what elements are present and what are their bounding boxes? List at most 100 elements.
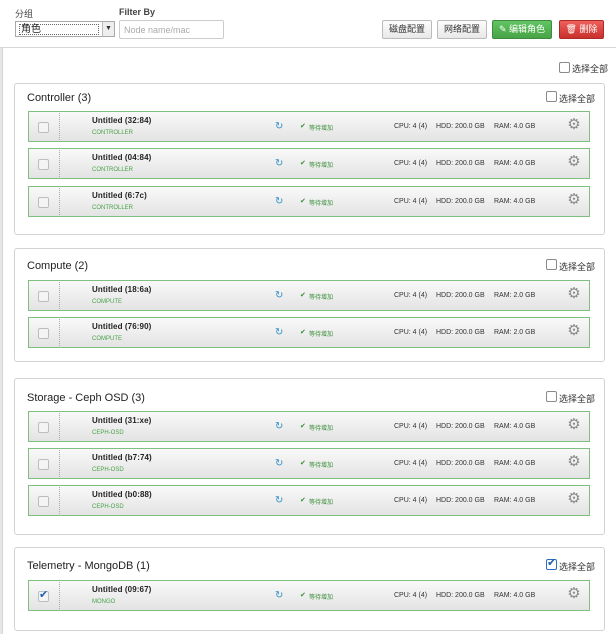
group-by-selected-value: 角色 — [19, 24, 99, 35]
refresh-icon[interactable]: ↻ — [275, 197, 285, 207]
group-title: Compute (2) — [27, 260, 89, 272]
filter-input[interactable] — [119, 20, 224, 39]
disk-config-button[interactable]: 磁盘配置 — [382, 20, 432, 39]
node-checkbox[interactable]: ✔ — [38, 590, 49, 602]
group-select-all-label: 选择全部 — [559, 562, 596, 572]
node-checkbox[interactable] — [38, 197, 49, 208]
gear-icon[interactable]: ⚙ — [566, 417, 582, 433]
gear-icon[interactable]: ⚙ — [566, 117, 582, 133]
node-row[interactable]: Untitled (18:6a) COMPUTE ↻ ✔ 等待增加 CPU: 4 (4) H… — [28, 280, 590, 311]
node-role: CONTROLLER — [92, 205, 134, 211]
node-row[interactable]: Untitled (b7:74) CEPH-OSD ↻ ✔ 等待增加 CPU: 4 (4)… — [28, 448, 590, 479]
refresh-icon[interactable]: ↻ — [275, 496, 285, 506]
check-mark-icon: ✔ — [547, 557, 557, 569]
node-ram: RAM: 2.0 GB — [494, 329, 536, 336]
node-hdd: HDD: 200.0 GB — [436, 592, 485, 599]
node-status: 等待增加 — [309, 126, 334, 132]
gear-icon[interactable]: ⚙ — [566, 454, 582, 470]
group-by-label: 分组 — [15, 9, 34, 19]
group-title: Telemetry - MongoDB (1) — [27, 560, 150, 572]
check-circle-icon: ✔ — [300, 592, 306, 599]
gear-icon[interactable]: ⚙ — [566, 586, 582, 602]
node-role: COMPUTE — [92, 336, 122, 342]
gear-icon[interactable]: ⚙ — [566, 323, 582, 339]
node-row[interactable]: Untitled (32:84) CONTROLLER ↻ ✔ 等待增加 CPU: 4 (… — [28, 111, 590, 142]
node-role: CEPH-OSD — [92, 467, 124, 473]
node-cpu: CPU: 4 (4) — [394, 198, 428, 205]
group-select-all-label: 选择全部 — [559, 394, 596, 404]
node-name[interactable]: Untitled (76:90) — [92, 322, 151, 331]
group-select-all-checkbox[interactable] — [546, 259, 557, 270]
node-name[interactable]: Untitled (6:7c) — [92, 191, 147, 200]
refresh-icon[interactable]: ↻ — [275, 328, 285, 338]
node-ram: RAM: 4.0 GB — [494, 497, 536, 504]
node-row[interactable]: Untitled (31:xe) CEPH-OSD ↻ ✔ 等待增加 CPU: 4 (4)… — [28, 411, 590, 442]
gear-icon[interactable]: ⚙ — [566, 491, 582, 507]
refresh-icon[interactable]: ↻ — [275, 459, 285, 469]
node-checkbox[interactable] — [38, 459, 49, 470]
node-name[interactable]: Untitled (31:xe) — [92, 416, 151, 425]
left-scroll-rail — [0, 48, 3, 634]
node-name[interactable]: Untitled (b7:74) — [92, 453, 152, 462]
group-select-all-label: 选择全部 — [559, 94, 596, 104]
node-ram: RAM: 4.0 GB — [494, 160, 536, 167]
row-divider — [59, 487, 60, 514]
node-ram: RAM: 4.0 GB — [494, 592, 536, 599]
network-config-button[interactable]: 网络配置 — [437, 20, 487, 39]
node-name[interactable]: Untitled (b0:88) — [92, 490, 152, 499]
node-role: COMPUTE — [92, 299, 122, 305]
node-hdd: HDD: 200.0 GB — [436, 497, 485, 504]
refresh-icon[interactable]: ↻ — [275, 122, 285, 132]
group-select-all-checkbox[interactable] — [546, 391, 557, 402]
row-divider — [59, 450, 60, 477]
refresh-icon[interactable]: ↻ — [275, 422, 285, 432]
node-status: 等待增加 — [309, 201, 334, 207]
node-checkbox[interactable] — [38, 291, 49, 302]
node-status: 等待增加 — [309, 332, 334, 338]
gear-icon[interactable]: ⚙ — [566, 192, 582, 208]
check-circle-icon: ✔ — [300, 329, 306, 336]
delete-button[interactable]: 🗑 删除 — [559, 20, 604, 39]
node-name[interactable]: Untitled (18:6a) — [92, 285, 151, 294]
node-ram: RAM: 2.0 GB — [494, 292, 536, 299]
check-circle-icon: ✔ — [300, 160, 306, 167]
refresh-icon[interactable]: ↻ — [275, 159, 285, 169]
node-ram: RAM: 4.0 GB — [494, 460, 536, 467]
node-cpu: CPU: 4 (4) — [394, 592, 428, 599]
gear-icon[interactable]: ⚙ — [566, 286, 582, 302]
node-hdd: HDD: 200.0 GB — [436, 198, 485, 205]
node-name[interactable]: Untitled (09:67) — [92, 585, 151, 594]
gear-icon[interactable]: ⚙ — [566, 154, 582, 170]
node-cpu: CPU: 4 (4) — [394, 329, 428, 336]
node-role: CONTROLLER — [92, 130, 134, 136]
group-by-select[interactable]: 角色 ▼ — [15, 21, 115, 37]
node-row[interactable]: Untitled (b0:88) CEPH-OSD ↻ ✔ 等待增加 CPU: 4 (4)… — [28, 485, 590, 516]
chevron-down-icon: ▼ — [102, 22, 114, 36]
node-name[interactable]: Untitled (04:84) — [92, 153, 151, 162]
node-hdd: HDD: 200.0 GB — [436, 160, 485, 167]
node-status: 等待增加 — [309, 426, 334, 432]
refresh-icon[interactable]: ↻ — [275, 591, 285, 601]
row-divider — [59, 413, 60, 440]
node-checkbox[interactable] — [38, 122, 49, 133]
node-hdd: HDD: 200.0 GB — [436, 123, 485, 130]
edit-roles-button[interactable]: ✎ 编辑角色 — [492, 20, 552, 39]
group-title: Storage - Ceph OSD (3) — [27, 392, 145, 404]
node-cpu: CPU: 4 (4) — [394, 460, 428, 467]
row-divider — [59, 582, 60, 609]
node-row[interactable]: Untitled (76:90) COMPUTE ↻ ✔ 等待增加 CPU: 4 (4) H… — [28, 317, 590, 348]
node-ram: RAM: 4.0 GB — [494, 123, 536, 130]
node-checkbox[interactable] — [38, 328, 49, 339]
node-row[interactable]: ✔ Untitled (09:67) MONGO ↻ ✔ 等待增加 CPU: 4 (4) HD… — [28, 580, 590, 611]
node-name[interactable]: Untitled (32:84) — [92, 116, 151, 125]
group-select-all-checkbox[interactable] — [546, 91, 557, 102]
node-row[interactable]: Untitled (6:7c) CONTROLLER ↻ ✔ 等待增加 CPU: 4 (4… — [28, 186, 590, 217]
row-divider — [59, 319, 60, 346]
node-row[interactable]: Untitled (04:84) CONTROLLER ↻ ✔ 等待增加 CPU: 4 (… — [28, 148, 590, 179]
group-select-all-checkbox[interactable]: ✔ — [546, 557, 557, 570]
refresh-icon[interactable]: ↻ — [275, 291, 285, 301]
select-all-checkbox[interactable] — [559, 62, 570, 73]
node-checkbox[interactable] — [38, 422, 49, 433]
node-checkbox[interactable] — [38, 496, 49, 507]
node-checkbox[interactable] — [38, 159, 49, 170]
